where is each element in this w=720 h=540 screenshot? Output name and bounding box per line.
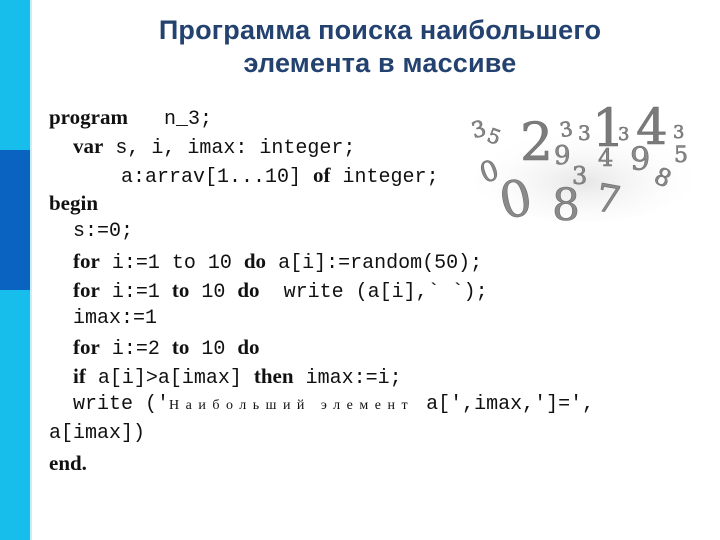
- code-text: write (': [49, 392, 170, 416]
- code-keyword: of: [313, 162, 331, 187]
- sidebar-segment-light-top: [0, 0, 30, 150]
- code-keyword: do: [243, 248, 267, 273]
- sidebar-segment-dark: [0, 150, 30, 290]
- code-text: a:arrav[1...10]: [49, 165, 314, 189]
- code-keyword: begin: [49, 191, 99, 216]
- svg-text:3: 3: [673, 122, 684, 143]
- sidebar-edge: [30, 0, 32, 540]
- code-keyword: if: [73, 364, 86, 389]
- code-text: a[imax]): [49, 421, 146, 445]
- code-text: a[i]:=random(50);: [266, 251, 483, 275]
- code-line: write ('Наибольший элемент a[',imax,']='…: [49, 391, 594, 420]
- code-line: for i:=1 to 10 do a[i]:=random(50);: [49, 247, 594, 276]
- code-text: s:=0;: [49, 220, 134, 244]
- code-keyword: for: [73, 277, 100, 302]
- code-line: a[imax]): [49, 420, 594, 449]
- code-text: 10: [189, 338, 238, 362]
- svg-text:3: 3: [618, 124, 629, 145]
- code-line: for i:=2 to 10 do: [49, 333, 594, 362]
- code-line: program n_3;: [49, 103, 594, 132]
- code-text: imax:=1: [49, 306, 158, 330]
- code-line: begin: [49, 189, 594, 218]
- code-text: s, i, imax: integer;: [103, 136, 356, 160]
- code-string-literal: Наибольший элемент: [169, 397, 415, 413]
- code-keyword: then: [253, 364, 294, 389]
- code-text: i:=2: [99, 338, 172, 362]
- sidebar-segment-light-bottom: [0, 290, 30, 540]
- sidebar-accent-bar: [0, 0, 32, 540]
- code-keyword: program: [49, 105, 128, 129]
- code-keyword: var: [73, 133, 104, 158]
- code-keyword: end.: [49, 450, 87, 475]
- code-keyword: to: [171, 277, 190, 302]
- code-text: i:=1: [99, 280, 172, 304]
- code-keyword: do: [237, 277, 260, 302]
- svg-text:9: 9: [630, 140, 650, 178]
- code-text: a[',imax,']=',: [414, 392, 595, 416]
- code-line: imax:=1: [49, 305, 594, 334]
- code-keyword: for: [73, 248, 100, 273]
- code-text: n_3;: [127, 108, 212, 131]
- pascal-code-listing: program n_3; var s, i, imax: integer; a:…: [49, 103, 594, 477]
- code-text: integer;: [330, 165, 439, 189]
- code-keyword: to: [171, 335, 190, 360]
- code-text: write (a[i],` `);: [259, 280, 488, 304]
- code-line: a:arrav[1...10] of integer;: [49, 161, 594, 190]
- code-line: if a[i]>a[imax] then imax:=i;: [49, 362, 594, 391]
- slide-title-line-2: элемента в массиве: [243, 48, 517, 78]
- code-line: var s, i, imax: integer;: [49, 132, 594, 161]
- svg-text:4: 4: [598, 144, 613, 172]
- code-text: 10: [189, 280, 238, 304]
- code-line: end.: [49, 449, 594, 478]
- code-text: a[i]>a[imax]: [85, 367, 254, 391]
- code-keyword: for: [73, 335, 100, 360]
- code-line: s:=0;: [49, 218, 594, 247]
- slide-title: Программа поиска наибольшего элемента в …: [60, 14, 700, 80]
- code-line: for i:=1 to 10 do write (a[i],` `);: [49, 276, 594, 305]
- code-keyword: do: [237, 335, 260, 360]
- code-text: i:=1 to 10: [99, 251, 244, 275]
- svg-text:5: 5: [674, 143, 688, 168]
- slide-title-line-1: Программа поиска наибольшего: [158, 15, 602, 45]
- code-text: imax:=i;: [293, 367, 402, 391]
